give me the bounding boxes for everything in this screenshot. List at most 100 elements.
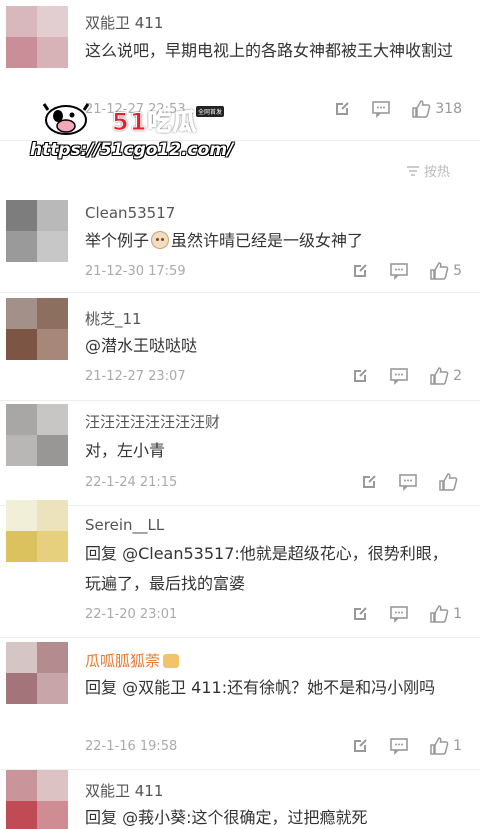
sort-icon	[406, 165, 419, 176]
like-count: 1	[453, 738, 462, 754]
comment-text: 回复 @双能卫 411:还有徐帆？她不是和冯小刚吗	[85, 678, 436, 697]
avatar-tile	[6, 329, 37, 360]
avatar-tile	[6, 6, 37, 37]
divider	[0, 292, 480, 293]
like-button[interactable]: 1	[429, 604, 462, 624]
avatar-tile	[37, 770, 68, 801]
avatar-tile	[6, 770, 37, 801]
comment-icon[interactable]	[389, 605, 409, 623]
thumbs-up-icon	[412, 100, 431, 118]
avatar-tile	[6, 642, 37, 673]
comment-text: @潜水王哒哒哒	[85, 336, 198, 355]
avatar-tile	[6, 435, 37, 466]
comment-icon[interactable]	[389, 367, 409, 385]
username[interactable]: 汪汪汪汪汪汪汪汪财	[85, 411, 220, 432]
avatar-tile	[37, 500, 68, 531]
avatar-tile	[37, 435, 68, 466]
sort-button[interactable]: 按热	[406, 161, 450, 180]
thumbs-up-icon	[430, 262, 449, 280]
avatar-tile	[6, 231, 37, 262]
username[interactable]: Clean53517	[85, 204, 175, 222]
avatar-tile	[6, 801, 37, 829]
avatar-tile	[37, 642, 68, 673]
comment-icon[interactable]	[371, 100, 391, 118]
username[interactable]: 双能卫 411	[85, 12, 163, 33]
thumbs-up-icon	[439, 473, 458, 491]
avatar[interactable]	[6, 500, 68, 562]
like-count: 5	[453, 263, 462, 279]
like-count: 318	[435, 101, 462, 117]
comment-time: 22-1-20 23:01	[85, 607, 178, 622]
comment-time: 21-12-30 17:59	[85, 264, 186, 279]
avatar-tile	[6, 673, 37, 704]
avatar-tile	[6, 500, 37, 531]
divider	[0, 769, 480, 770]
comment-text: 举个例子 虽然许晴已经是一级女神了	[85, 226, 460, 256]
share-icon[interactable]	[351, 737, 369, 755]
divider	[0, 505, 480, 506]
smiley-emoji-icon	[151, 231, 170, 249]
avatar-tile	[6, 531, 37, 562]
thumbs-up-icon	[430, 367, 449, 385]
avatar-tile	[37, 329, 68, 360]
avatar[interactable]	[6, 200, 68, 262]
thumbs-up-icon	[430, 605, 449, 623]
share-icon[interactable]	[351, 262, 369, 280]
comment-text: 这么说吧，早期电视上的各路女神都被王大神收割过	[85, 41, 454, 60]
like-button[interactable]: 318	[411, 99, 462, 119]
comment-icon[interactable]	[398, 473, 418, 491]
avatar-tile	[37, 404, 68, 435]
avatar-tile	[6, 404, 37, 435]
thumbs-up-icon	[430, 737, 449, 755]
like-button[interactable]: 1	[429, 736, 462, 756]
avatar[interactable]	[6, 6, 68, 68]
username[interactable]: Serein__LL	[85, 516, 164, 534]
comment-time: 21-12-27 23:07	[85, 369, 186, 384]
avatar[interactable]	[6, 770, 68, 829]
avatar-tile	[37, 801, 68, 829]
comment-icon[interactable]	[389, 262, 409, 280]
avatar-tile	[37, 6, 68, 37]
avatar-tile	[37, 231, 68, 262]
comment-time: 22-1-24 21:15	[85, 475, 178, 490]
share-icon[interactable]	[360, 473, 378, 491]
avatar[interactable]	[6, 404, 68, 466]
avatar-tile	[37, 298, 68, 329]
username[interactable]: 双能卫 411	[85, 780, 163, 801]
avatar-tile	[37, 531, 68, 562]
like-button[interactable]	[438, 472, 462, 492]
username[interactable]: 瓜呱胍狐萗	[85, 650, 180, 671]
username[interactable]: 桃芝_11	[85, 308, 142, 329]
avatar-tile	[37, 200, 68, 231]
watermark-url: https://51cgo12.com/	[30, 140, 234, 160]
like-count: 1	[453, 606, 462, 622]
watermark: 51吃瓜 全网首发 https://51cgo12.com/	[30, 96, 234, 166]
comment-icon[interactable]	[389, 737, 409, 755]
watermark-brand: 51吃瓜	[111, 108, 198, 137]
share-icon[interactable]	[333, 100, 351, 118]
badge-icon	[163, 654, 180, 668]
avatar-tile	[6, 37, 37, 68]
comment-text-part: 虽然许晴已经是一级女神了	[171, 231, 364, 250]
like-count: 2	[453, 368, 462, 384]
comment-text: 回复 @莪小葵:这个很确定，过把瘾就死	[85, 808, 368, 827]
share-icon[interactable]	[351, 367, 369, 385]
avatar[interactable]	[6, 642, 68, 704]
comment-text: 对，左小青	[85, 441, 166, 460]
avatar-tile	[6, 298, 37, 329]
like-button[interactable]: 2	[429, 366, 462, 386]
comment-text-part: 举个例子	[85, 231, 150, 250]
like-button[interactable]: 5	[429, 261, 462, 281]
share-icon[interactable]	[351, 605, 369, 623]
comment-text: 回复 @Clean53517:他就是超级花心，很势利眼，玩遍了，最后找的富婆	[85, 544, 448, 593]
watermark-tag: 全网首发	[196, 106, 225, 117]
avatar[interactable]	[6, 298, 68, 360]
divider	[0, 637, 480, 638]
comment-time: 22-1-16 19:58	[85, 739, 178, 754]
avatar-tile	[37, 37, 68, 68]
sort-label: 按热	[423, 165, 450, 180]
cow-mascot-icon	[42, 103, 90, 135]
avatar-tile	[37, 673, 68, 704]
divider	[0, 400, 480, 401]
username-text: 瓜呱胍狐萗	[85, 652, 161, 670]
